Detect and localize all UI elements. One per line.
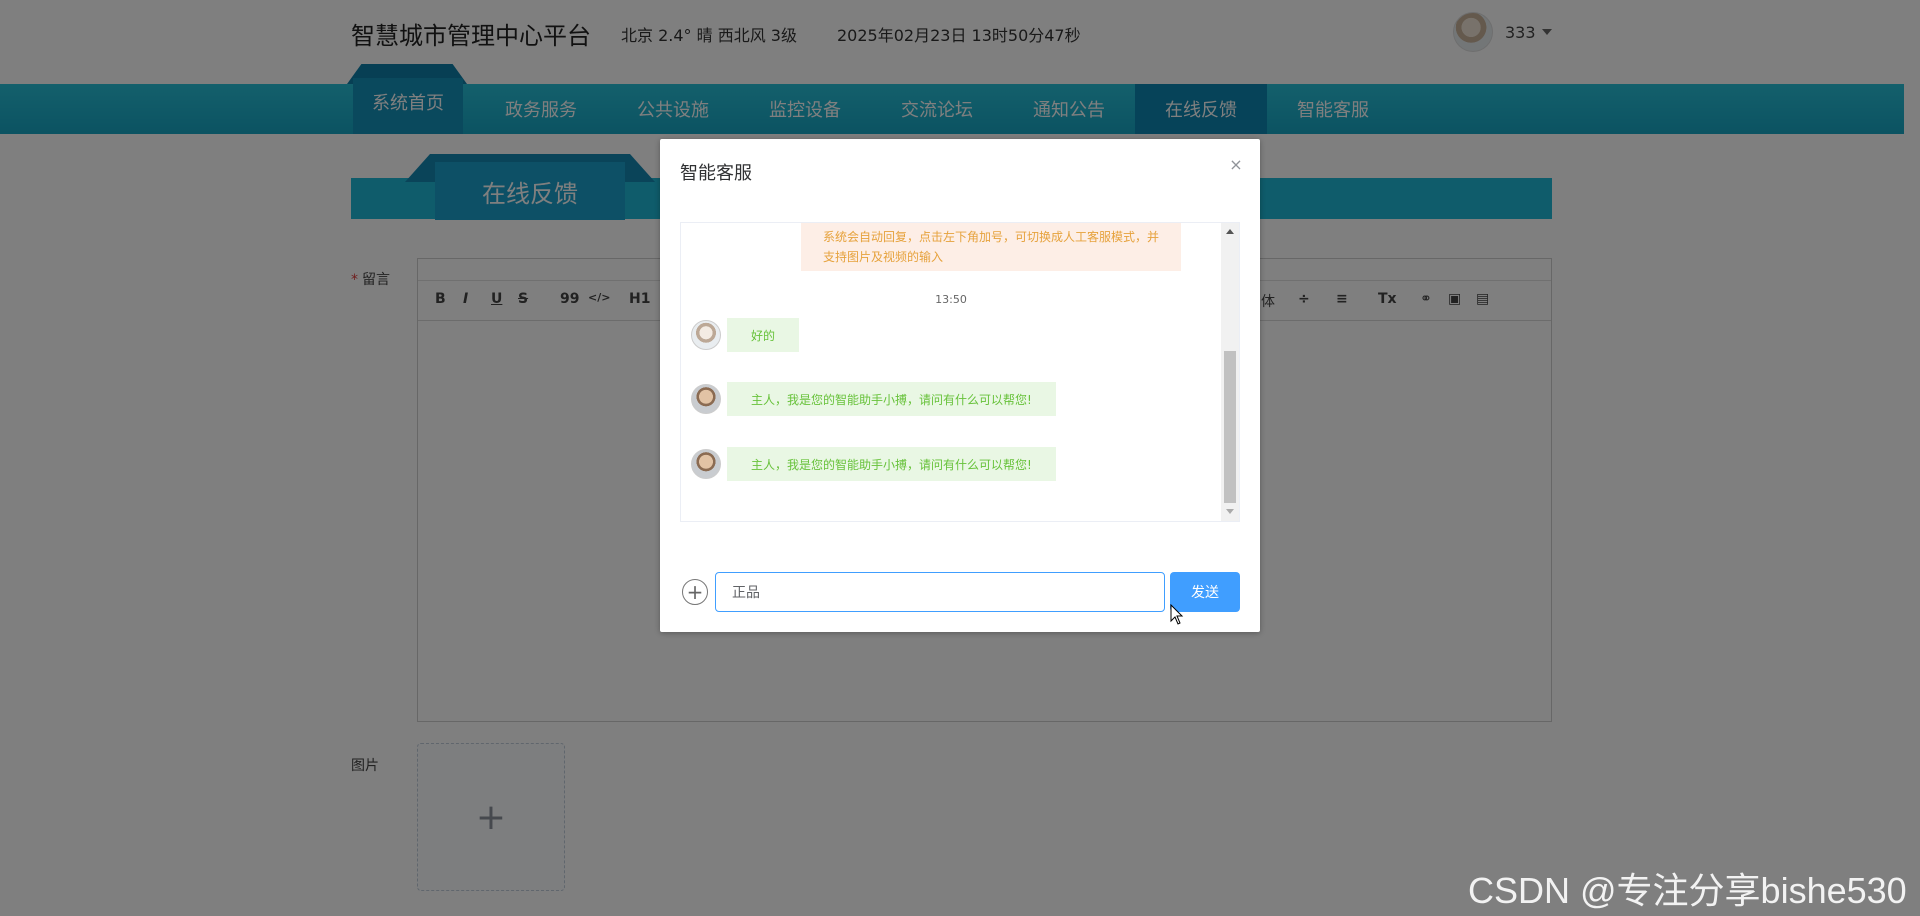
message-bubble: 主人，我是您的智能助手小搏，请问有什么可以帮您! bbox=[727, 447, 1056, 481]
message-bubble: 主人，我是您的智能助手小搏，请问有什么可以帮您! bbox=[727, 382, 1056, 416]
system-message: 系统会自动回复，点击左下角加号，可切换成人工客服模式，并支持图片及视频的输入 bbox=[801, 223, 1181, 271]
chat-message-bot: 主人，我是您的智能助手小搏，请问有什么可以帮您! bbox=[691, 382, 1056, 416]
message-input[interactable] bbox=[715, 572, 1165, 612]
scroll-thumb[interactable] bbox=[1224, 351, 1236, 503]
chat-timestamp: 13:50 bbox=[935, 293, 967, 306]
chat-message-user: 好的 bbox=[691, 318, 799, 352]
message-bubble: 好的 bbox=[727, 318, 799, 352]
chat-dialog: 智能客服 × 系统会自动回复，点击左下角加号，可切换成人工客服模式，并支持图片及… bbox=[660, 139, 1260, 632]
bot-avatar bbox=[691, 384, 721, 414]
plus-circle-icon[interactable]: + bbox=[682, 579, 708, 605]
user-avatar bbox=[691, 320, 721, 350]
chat-message-bot: 主人，我是您的智能助手小搏，请问有什么可以帮您! bbox=[691, 447, 1056, 481]
chat-window[interactable]: 系统会自动回复，点击左下角加号，可切换成人工客服模式，并支持图片及视频的输入 1… bbox=[680, 222, 1240, 522]
dialog-title: 智能客服 bbox=[680, 163, 752, 184]
chat-scrollbar[interactable] bbox=[1221, 223, 1239, 521]
bot-avatar bbox=[691, 449, 721, 479]
scroll-down-icon[interactable] bbox=[1226, 509, 1234, 514]
close-icon[interactable]: × bbox=[1226, 155, 1246, 175]
scroll-up-icon[interactable] bbox=[1226, 229, 1234, 234]
watermark: CSDN @专注分享bishe530 bbox=[1468, 870, 1907, 911]
